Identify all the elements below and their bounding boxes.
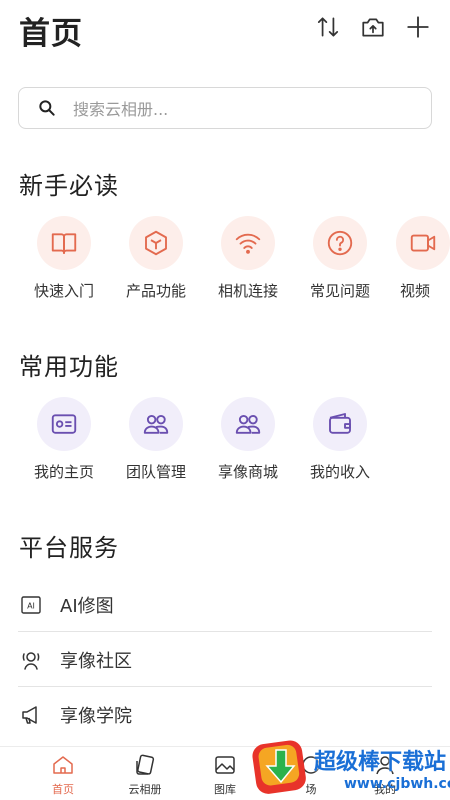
- guide-label: 视频: [400, 282, 431, 300]
- wifi-icon: [221, 216, 275, 270]
- tab-label: 首页: [52, 783, 74, 796]
- search-placeholder: 搜索云相册...: [73, 100, 169, 119]
- question-icon: [313, 216, 367, 270]
- watermark: 超级棒下载站 www.cjbwh.com: [248, 736, 450, 800]
- watermark-url: www.cjbwh.com: [344, 776, 450, 792]
- megaphone-icon: [18, 702, 44, 728]
- guide-item-video[interactable]: 视频: [396, 216, 450, 301]
- common-label: 我的主页: [33, 463, 94, 481]
- guide-item-quickstart[interactable]: 快速入门: [28, 216, 100, 301]
- add-icon[interactable]: [403, 12, 433, 42]
- team-icon: [129, 397, 183, 451]
- common-item-income[interactable]: 我的收入: [304, 397, 376, 482]
- tab-home[interactable]: 首页: [28, 753, 98, 797]
- section-title-common: 常用功能: [19, 353, 119, 381]
- book-icon: [37, 216, 91, 270]
- tab-cloud-album[interactable]: 云相册: [110, 753, 180, 797]
- guide-item-camera-connect[interactable]: 相机连接: [212, 216, 284, 301]
- common-item-team[interactable]: 团队管理: [120, 397, 192, 482]
- platform-item-ai-retouch[interactable]: AI AI修图: [18, 578, 432, 632]
- platform-label: AI修图: [60, 595, 114, 617]
- watermark-name: 超级棒下载站: [314, 750, 447, 775]
- sort-icon[interactable]: [313, 12, 343, 42]
- common-item-homepage[interactable]: 我的主页: [28, 397, 100, 482]
- home-icon: [53, 756, 73, 774]
- section-title-platform: 平台服务: [19, 534, 119, 562]
- gallery-icon: [215, 756, 235, 774]
- team-store-icon: [221, 397, 275, 451]
- guide-label: 常见问题: [309, 282, 370, 300]
- header: 首页: [0, 0, 450, 60]
- camera-upload-icon[interactable]: [358, 12, 388, 42]
- platform-item-academy[interactable]: 享像学院: [18, 688, 432, 742]
- ai-icon: AI: [18, 592, 44, 618]
- platform-label: 享像学院: [60, 706, 132, 727]
- guide-label: 相机连接: [217, 282, 278, 300]
- video-icon: [396, 216, 450, 270]
- cube-icon: [129, 216, 183, 270]
- platform-item-community[interactable]: 享像社区: [18, 633, 432, 687]
- tab-label: 云相册: [128, 783, 162, 796]
- album-icon: [136, 754, 155, 775]
- common-label: 我的收入: [309, 463, 370, 481]
- common-label: 团队管理: [125, 463, 186, 481]
- common-label: 享像商城: [217, 463, 278, 481]
- page-title: 首页: [19, 16, 83, 52]
- svg-text:AI: AI: [27, 601, 35, 610]
- wallet-icon: [313, 397, 367, 451]
- watermark-logo-icon: [252, 740, 306, 794]
- section-title-guide: 新手必读: [19, 172, 119, 200]
- guide-item-faq[interactable]: 常见问题: [304, 216, 376, 301]
- guide-label: 快速入门: [33, 282, 94, 300]
- platform-label: 享像社区: [60, 650, 132, 672]
- guide-item-features[interactable]: 产品功能: [120, 216, 192, 301]
- tab-label: 图库: [214, 783, 236, 796]
- common-item-store[interactable]: 享像商城: [212, 397, 284, 482]
- search-input[interactable]: 搜索云相册...: [18, 87, 432, 129]
- guide-label: 产品功能: [125, 282, 186, 300]
- search-icon: [35, 96, 59, 120]
- community-icon: [18, 647, 44, 673]
- id-card-icon: [37, 397, 91, 451]
